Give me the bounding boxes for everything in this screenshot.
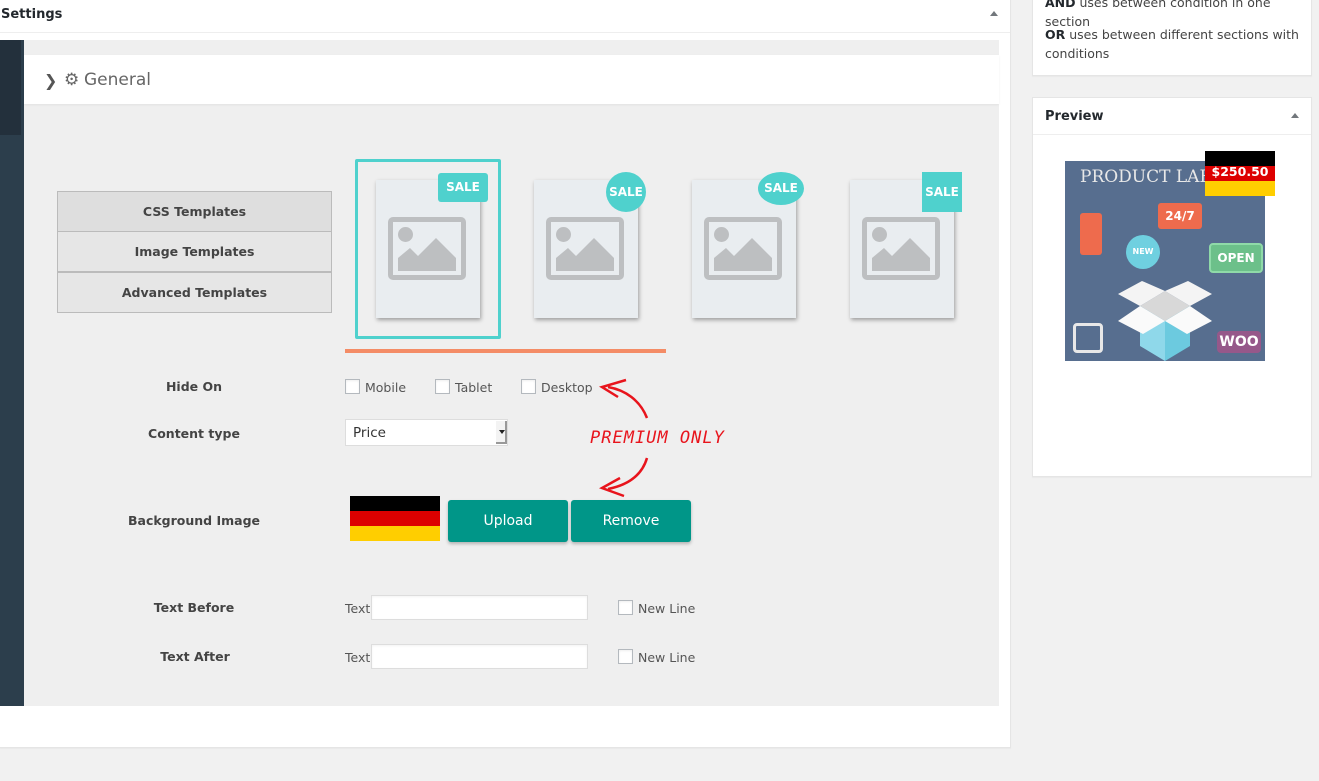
- preview-header: Preview: [1033, 98, 1311, 135]
- mobile-checkbox[interactable]: [345, 379, 360, 394]
- or-keyword: OR: [1045, 27, 1066, 42]
- settings-header: Settings: [0, 0, 1010, 33]
- text-before-newline-label: New Line: [638, 601, 696, 616]
- upload-button[interactable]: Upload: [448, 500, 568, 542]
- image-placeholder-icon: [704, 217, 782, 280]
- sale-badge: SALE: [438, 173, 488, 202]
- or-description: uses between different sections with con…: [1045, 27, 1299, 61]
- gear-icon: ⚙: [64, 70, 80, 90]
- tablet-label: Tablet: [455, 380, 493, 395]
- open-box-icon: [1118, 281, 1212, 361]
- sticker-new: NEW: [1126, 235, 1160, 269]
- text-after-label: Text After: [160, 649, 230, 664]
- sale-badge: SALE: [758, 172, 804, 205]
- text-after-prefix: Text: [345, 650, 371, 665]
- text-before-input[interactable]: [371, 595, 588, 620]
- or-help-text: OR uses between different sections with …: [1045, 25, 1307, 63]
- remove-button[interactable]: Remove: [571, 500, 691, 542]
- tab-image-templates[interactable]: Image Templates: [57, 231, 332, 272]
- preview-price-text: $250.50: [1211, 164, 1269, 179]
- image-placeholder-icon: [546, 217, 624, 280]
- price-tag-icon: [1080, 213, 1102, 255]
- sticker-24-7: 24/7: [1158, 203, 1202, 229]
- image-placeholder-icon: [388, 217, 466, 280]
- mobile-label: Mobile: [365, 380, 407, 395]
- sale-badge: SALE: [922, 172, 962, 212]
- settings-title: Settings: [1, 7, 63, 22]
- content-type-label: Content type: [148, 426, 240, 441]
- preview-title: Preview: [1045, 109, 1104, 124]
- template-scroll-indicator: [345, 349, 666, 353]
- text-before-newline-checkbox[interactable]: [618, 600, 633, 615]
- collapse-arrow-icon[interactable]: [990, 11, 998, 16]
- hide-on-label: Hide On: [165, 379, 223, 394]
- rocket-icon: [1073, 323, 1103, 353]
- chevron-right-icon[interactable]: ❯: [44, 71, 57, 90]
- tab-css-templates[interactable]: CSS Templates: [57, 191, 332, 232]
- content-type-value: Price: [353, 425, 386, 441]
- preview-box: Preview PRODUCT LABELS 24/7 NEW OPEN WOO…: [1032, 97, 1312, 477]
- text-before-label: Text Before: [153, 600, 235, 615]
- premium-only-annotation: PREMIUM ONLY: [590, 428, 725, 448]
- sticker-open: OPEN: [1209, 243, 1263, 273]
- sidebar-strip: [0, 40, 24, 706]
- content-type-select[interactable]: Price: [345, 419, 508, 446]
- text-after-newline-label: New Line: [638, 650, 696, 665]
- tab-advanced-templates[interactable]: Advanced Templates: [57, 272, 332, 313]
- image-placeholder-icon: [862, 217, 940, 280]
- background-image-label: Background Image: [127, 513, 261, 528]
- logic-help-box: AND uses between condition in one sectio…: [1032, 0, 1312, 76]
- tablet-checkbox[interactable]: [435, 379, 450, 394]
- and-keyword: AND: [1045, 0, 1076, 10]
- text-before-prefix: Text: [345, 601, 371, 616]
- price-label-preview: $250.50: [1205, 151, 1275, 197]
- text-after-newline-checkbox[interactable]: [618, 649, 633, 664]
- collapse-arrow-icon[interactable]: [1291, 113, 1299, 118]
- background-image-thumbnail: [350, 496, 440, 542]
- sale-badge: SALE: [606, 172, 646, 212]
- sidebar-strip-active: [0, 40, 21, 135]
- dropdown-arrow-icon[interactable]: [496, 421, 507, 444]
- general-section-header[interactable]: ❯ ⚙ General: [24, 55, 999, 104]
- desktop-checkbox[interactable]: [521, 379, 536, 394]
- woo-logo: WOO: [1217, 331, 1261, 353]
- general-section-title: General: [84, 70, 151, 90]
- text-after-input[interactable]: [371, 644, 588, 669]
